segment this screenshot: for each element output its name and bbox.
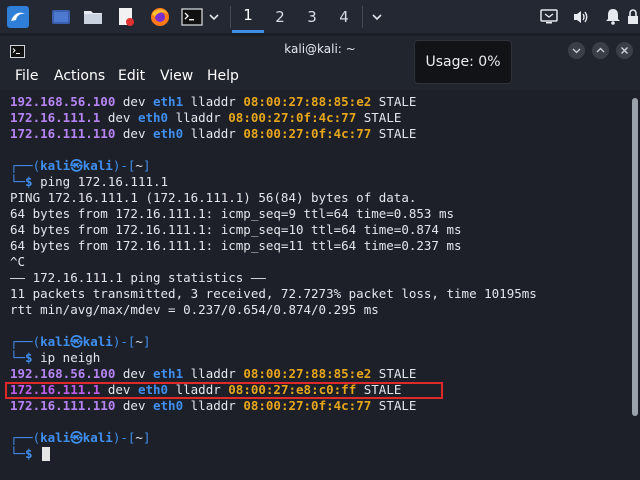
neigh-line: 192.168.56.100 dev eth1 lladdr 08:00:27:… <box>10 94 416 110</box>
lladdr-word: lladdr <box>190 126 236 141</box>
neigh-state: STALE <box>378 126 417 141</box>
command-text: ip neigh <box>40 350 101 365</box>
mac-address: 08:00:27:0f:4c:77 <box>243 126 372 141</box>
output-line: 64 bytes from 172.16.111.1: icmp_seq=9 t… <box>10 206 455 221</box>
panel-divider <box>230 6 231 28</box>
workspace-2[interactable]: 2 <box>264 0 296 33</box>
menu-view[interactable]: View <box>160 68 193 84</box>
workspace-4[interactable]: 4 <box>328 0 360 33</box>
interface-name: eth0 <box>153 126 184 141</box>
command-line: └─$ ping 172.16.111.1 <box>10 174 169 189</box>
bell-icon[interactable] <box>602 0 624 33</box>
window-title: kali@kali: ~ <box>284 42 356 56</box>
text-cursor <box>42 447 50 461</box>
menu-help[interactable]: Help <box>207 68 239 84</box>
menu-actions[interactable]: Actions <box>54 68 105 84</box>
prompt-line: ┌──(kali㉿kali)-[~] <box>10 158 151 173</box>
workspace-1[interactable]: 1 <box>232 0 264 33</box>
prompt-user: kali <box>40 158 71 173</box>
minimize-button[interactable] <box>568 42 585 59</box>
mac-address: 08:00:27:0f:4c:77 <box>243 398 372 413</box>
neigh-line: 172.16.111.110 dev eth0 lladdr 08:00:27:… <box>10 126 416 142</box>
prompt-dir: ~ <box>135 334 143 349</box>
chevron-down-icon[interactable] <box>368 0 386 33</box>
dev-word: dev <box>122 366 146 381</box>
neigh-state: STALE <box>378 94 417 109</box>
scrollbar[interactable] <box>632 98 638 416</box>
lock-icon[interactable] <box>626 0 640 33</box>
file-manager-icon[interactable] <box>80 0 106 33</box>
prompt-host: kali <box>82 334 113 349</box>
neigh-state: STALE <box>363 110 402 125</box>
output-line: 11 packets transmitted, 3 received, 72.7… <box>10 286 537 301</box>
prompt-user: kali <box>40 430 71 445</box>
output-line: —— 172.16.111.1 ping statistics —— <box>10 270 266 285</box>
prompt-host: kali <box>82 430 113 445</box>
highlight-box <box>5 382 443 399</box>
dev-word: dev <box>122 94 146 109</box>
chevron-down-icon[interactable] <box>206 0 222 33</box>
dev-word: dev <box>122 398 146 413</box>
interface-name: eth1 <box>153 94 184 109</box>
prompt-dir: ~ <box>135 158 143 173</box>
workspace-3[interactable]: 3 <box>296 0 328 33</box>
lladdr-word: lladdr <box>190 94 236 109</box>
interface-name: eth1 <box>153 366 184 381</box>
command-line: └─$ <box>10 446 33 461</box>
interface-name: eth0 <box>153 398 184 413</box>
neigh-state: STALE <box>378 366 417 381</box>
ip-address: 192.168.56.100 <box>10 366 116 381</box>
output-line: rtt min/avg/max/mdev = 0.237/0.654/0.874… <box>10 302 379 317</box>
speaker-icon[interactable] <box>570 0 592 33</box>
show-desktop-icon[interactable] <box>48 0 74 33</box>
menu-file[interactable]: File <box>15 68 38 84</box>
maximize-button[interactable] <box>592 42 609 59</box>
close-button[interactable] <box>616 42 633 59</box>
neigh-state: STALE <box>378 398 417 413</box>
usage-tooltip: Usage: 0% <box>414 40 512 84</box>
ip-address: 172.16.111.110 <box>10 126 116 141</box>
output-line: ^C <box>10 254 26 269</box>
command-line: └─$ ip neigh <box>10 350 101 365</box>
prompt-line: ┌──(kali㉿kali)-[~] <box>10 334 151 349</box>
lladdr-word: lladdr <box>190 366 236 381</box>
ip-address: 172.16.111.110 <box>10 398 116 413</box>
dev-word: dev <box>122 126 146 141</box>
dev-word: dev <box>107 110 131 125</box>
command-text: ping 172.16.111.1 <box>40 174 169 189</box>
lladdr-word: lladdr <box>175 110 221 125</box>
firefox-icon[interactable] <box>146 0 174 33</box>
display-icon[interactable] <box>538 0 560 33</box>
prompt-line: ┌──(kali㉿kali)-[~] <box>10 430 151 445</box>
neigh-line: 172.16.111.1 dev eth0 lladdr 08:00:27:0f… <box>10 110 401 126</box>
ip-address: 192.168.56.100 <box>10 94 116 109</box>
menu-edit[interactable]: Edit <box>118 68 145 84</box>
terminal-output[interactable]: 192.168.56.100 dev eth1 lladdr 08:00:27:… <box>10 94 630 474</box>
mac-address: 08:00:27:88:85:e2 <box>243 366 372 381</box>
top-panel: 1 2 3 4 <box>0 0 640 33</box>
neigh-line: 192.168.56.100 dev eth1 lladdr 08:00:27:… <box>10 366 416 382</box>
prompt-user: kali <box>40 334 71 349</box>
lladdr-word: lladdr <box>190 398 236 413</box>
interface-name: eth0 <box>137 110 169 125</box>
kali-menu-icon[interactable] <box>2 0 34 33</box>
prompt-host: kali <box>82 158 113 173</box>
output-line: 64 bytes from 172.16.111.1: icmp_seq=11 … <box>10 238 462 253</box>
mac-address: 08:00:27:0f:4c:77 <box>228 110 357 125</box>
mac-address: 08:00:27:88:85:e2 <box>243 94 372 109</box>
ip-address: 172.16.111.1 <box>10 110 101 125</box>
menu-bar: File Actions Edit View Help <box>0 64 640 90</box>
output-line: 64 bytes from 172.16.111.1: icmp_seq=10 … <box>10 222 462 237</box>
prompt-dir: ~ <box>135 430 143 445</box>
text-editor-icon[interactable] <box>113 0 139 33</box>
output-line: PING 172.16.111.1 (172.16.111.1) 56(84) … <box>10 190 417 205</box>
neigh-line: 172.16.111.110 dev eth0 lladdr 08:00:27:… <box>10 398 416 414</box>
panel-divider <box>362 6 363 28</box>
title-bar[interactable]: kali@kali: ~ <box>0 36 640 64</box>
terminal-icon[interactable] <box>179 0 205 33</box>
